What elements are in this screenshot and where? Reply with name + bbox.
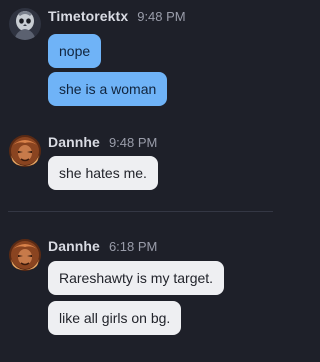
sender-name[interactable]: Dannhe bbox=[48, 238, 100, 254]
message-bubble[interactable]: she is a woman bbox=[48, 72, 168, 106]
message-header: Dannhe 9:48 PM bbox=[48, 134, 157, 154]
date-divider bbox=[8, 211, 273, 212]
timestamp: 9:48 PM bbox=[108, 135, 158, 150]
warrior-avatar-icon[interactable] bbox=[9, 135, 41, 167]
message-bubble[interactable]: Rareshawty is my target. bbox=[48, 261, 225, 295]
message-header: Timetorektx 9:48 PM bbox=[48, 8, 186, 28]
timestamp: 9:48 PM bbox=[137, 9, 186, 24]
message-header: Dannhe 6:18 PM bbox=[48, 238, 157, 258]
message-bubble[interactable]: nope bbox=[48, 34, 102, 68]
timestamp: 6:18 PM bbox=[108, 239, 158, 254]
sender-name[interactable]: Timetorektx bbox=[48, 8, 128, 24]
message-group: Timetorektx 9:48 PM nope she is a woman bbox=[0, 8, 273, 108]
chat-log: Timetorektx 9:48 PM nope she is a woman … bbox=[0, 0, 273, 362]
skull-avatar-icon[interactable] bbox=[9, 8, 41, 40]
message-group: Dannhe 9:48 PM she hates me. bbox=[0, 134, 273, 194]
message-group: Dannhe 6:18 PM Rareshawty is my target. … bbox=[0, 238, 273, 338]
sender-name[interactable]: Dannhe bbox=[48, 134, 100, 150]
warrior-avatar-icon[interactable] bbox=[9, 239, 41, 271]
message-bubble[interactable]: she hates me. bbox=[48, 156, 158, 190]
message-bubble[interactable]: like all girls on bg. bbox=[48, 301, 182, 335]
